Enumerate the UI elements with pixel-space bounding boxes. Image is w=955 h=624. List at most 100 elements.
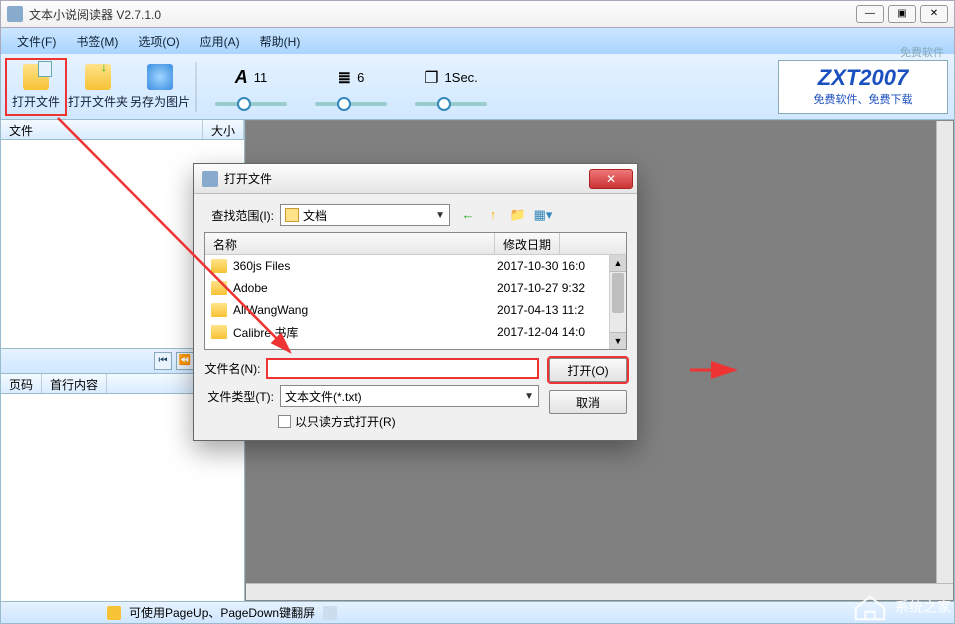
lookin-label: 查找范围(I): xyxy=(204,207,274,224)
dropdown-arrow-icon: ▼ xyxy=(435,210,445,221)
file-list[interactable]: 名称 修改日期 360js Files2017-10-30 16:0 Adobe… xyxy=(204,232,627,350)
filename-input[interactable] xyxy=(266,358,539,379)
brand-subtitle: 免费软件、免费下载 xyxy=(779,91,947,107)
filetype-value: 文本文件(*.txt) xyxy=(285,388,362,405)
view-menu-icon[interactable]: ▦▾ xyxy=(533,205,553,225)
menu-apps[interactable]: 应用(A) xyxy=(190,30,250,53)
slider-knob[interactable] xyxy=(437,97,451,111)
col-size[interactable]: 大小 xyxy=(203,120,244,139)
brand-title: ZXT2007 xyxy=(779,65,947,91)
scroll-down-icon[interactable]: ▼ xyxy=(610,332,626,349)
font-size-value: 11 xyxy=(254,70,268,85)
menu-bar: 文件(F) 书签(M) 选项(O) 应用(A) 帮助(H) xyxy=(0,28,955,54)
file-row[interactable]: Calibre 书库2017-12-04 14:0 xyxy=(205,321,626,343)
save-image-label: 另存为图片 xyxy=(130,93,190,110)
brand-link[interactable]: 免费软件 xyxy=(900,44,944,60)
dialog-icon xyxy=(202,171,218,187)
save-icon xyxy=(147,64,173,90)
readonly-checkbox-row[interactable]: 以只读方式打开(R) xyxy=(204,413,539,430)
dialog-body: 查找范围(I): 文档 ▼ ← ↑ 📁 ▦▾ 名称 修改日期 360js Fil… xyxy=(194,194,637,440)
dialog-nav-icons: ← ↑ 📁 ▦▾ xyxy=(458,205,553,225)
nav-first[interactable]: ⏮ xyxy=(154,352,172,370)
new-folder-icon[interactable]: 📁 xyxy=(508,205,528,225)
open-file-label: 打开文件 xyxy=(12,93,60,110)
open-folder-button[interactable]: 打开文件夹 xyxy=(67,58,129,116)
timer-slider[interactable] xyxy=(415,102,487,106)
toolbar: 打开文件 打开文件夹 另存为图片 A11 ≣6 ❐1Sec. 免费软件 ZXT2… xyxy=(0,54,955,120)
filename-label: 文件名(N): xyxy=(204,360,260,377)
dialog-title: 打开文件 xyxy=(224,170,589,187)
file-row[interactable]: AliWangWang2017-04-13 11:2 xyxy=(205,299,626,321)
status-tip: 可使用PageUp、PageDown键翻屏 xyxy=(129,604,315,621)
status-bar: 可使用PageUp、PageDown键翻屏 xyxy=(0,602,955,624)
dialog-form: 文件名(N): 文件类型(T): 文本文件(*.txt) ▼ 以只读方式打开(R… xyxy=(204,358,627,430)
menu-bookmark[interactable]: 书签(M) xyxy=(66,30,128,53)
watermark: 系统之家 xyxy=(851,592,951,622)
paragraph-slider[interactable] xyxy=(315,102,387,106)
scroll-up-icon[interactable]: ▲ xyxy=(610,255,626,272)
timer-control[interactable]: ❐1Sec. xyxy=(415,68,487,106)
nav-prev[interactable]: ⏪ xyxy=(176,352,194,370)
window-title: 文本小说阅读器 V2.7.1.0 xyxy=(29,6,852,23)
dropdown-arrow-icon: ▼ xyxy=(524,391,534,402)
slider-knob[interactable] xyxy=(237,97,251,111)
filetype-dropdown[interactable]: 文本文件(*.txt) ▼ xyxy=(280,385,539,407)
slider-knob[interactable] xyxy=(337,97,351,111)
folder-icon xyxy=(285,208,299,222)
font-icon: A xyxy=(235,67,248,88)
brand-box[interactable]: ZXT2007 免费软件、免费下载 xyxy=(778,60,948,114)
timer-value: 1Sec. xyxy=(445,70,478,85)
col-first-line[interactable]: 首行内容 xyxy=(42,374,107,393)
maximize-button[interactable]: ▣ xyxy=(888,5,916,23)
col-modified[interactable]: 修改日期 xyxy=(495,233,560,254)
lookin-dropdown[interactable]: 文档 ▼ xyxy=(280,204,450,226)
toolbar-separator xyxy=(195,62,197,112)
open-file-button[interactable]: 打开文件 xyxy=(5,58,67,116)
horizontal-scrollbar[interactable] xyxy=(246,583,953,600)
font-slider[interactable] xyxy=(215,102,287,106)
font-size-control[interactable]: A 11 xyxy=(215,67,287,106)
file-row[interactable]: 360js Files2017-10-30 16:0 xyxy=(205,255,626,277)
cancel-button[interactable]: 取消 xyxy=(549,390,627,414)
folder-icon xyxy=(211,303,227,317)
app-icon xyxy=(7,6,23,22)
folder-icon xyxy=(211,325,227,339)
folder-icon xyxy=(211,259,227,273)
title-bar: 文本小说阅读器 V2.7.1.0 — ▣ ✕ xyxy=(0,0,955,28)
dialog-titlebar[interactable]: 打开文件 ✕ xyxy=(194,164,637,194)
lightbulb-icon xyxy=(107,606,121,620)
readonly-label: 以只读方式打开(R) xyxy=(295,413,396,430)
col-name[interactable]: 名称 xyxy=(205,233,495,254)
paragraph-value: 6 xyxy=(357,70,364,85)
folder-icon xyxy=(211,281,227,295)
open-folder-label: 打开文件夹 xyxy=(68,93,128,110)
menu-help[interactable]: 帮助(H) xyxy=(250,30,311,53)
col-page[interactable]: 页码 xyxy=(1,374,42,393)
menu-file[interactable]: 文件(F) xyxy=(7,30,66,53)
readonly-checkbox[interactable] xyxy=(278,415,291,428)
scroll-thumb[interactable] xyxy=(612,273,624,313)
open-folder-icon xyxy=(85,64,111,90)
paragraph-icon: ≣ xyxy=(338,68,351,88)
back-icon[interactable]: ← xyxy=(458,205,478,225)
close-button[interactable]: ✕ xyxy=(920,5,948,23)
filetype-label: 文件类型(T): xyxy=(204,388,274,405)
file-list-header[interactable]: 文件 大小 xyxy=(1,120,244,140)
open-file-dialog: 打开文件 ✕ 查找范围(I): 文档 ▼ ← ↑ 📁 ▦▾ 名称 修改日期 xyxy=(193,163,638,441)
vertical-scrollbar[interactable] xyxy=(936,121,953,583)
file-list-rows[interactable]: 360js Files2017-10-30 16:0 Adobe2017-10-… xyxy=(205,255,626,349)
watermark-text: 系统之家 xyxy=(895,597,951,617)
save-image-button[interactable]: 另存为图片 xyxy=(129,58,191,116)
menu-options[interactable]: 选项(O) xyxy=(128,30,189,53)
dialog-close-button[interactable]: ✕ xyxy=(589,169,633,189)
minimize-button[interactable]: — xyxy=(856,5,884,23)
lookin-value: 文档 xyxy=(303,207,327,224)
file-list-columns[interactable]: 名称 修改日期 xyxy=(205,233,626,255)
file-row[interactable]: Adobe2017-10-27 9:32 xyxy=(205,277,626,299)
paragraph-control[interactable]: ≣6 xyxy=(315,68,387,106)
open-button[interactable]: 打开(O) xyxy=(549,358,627,382)
col-file[interactable]: 文件 xyxy=(1,120,203,139)
page-icon xyxy=(323,606,337,620)
file-list-scrollbar[interactable]: ▲ ▼ xyxy=(609,255,626,349)
up-icon[interactable]: ↑ xyxy=(483,205,503,225)
